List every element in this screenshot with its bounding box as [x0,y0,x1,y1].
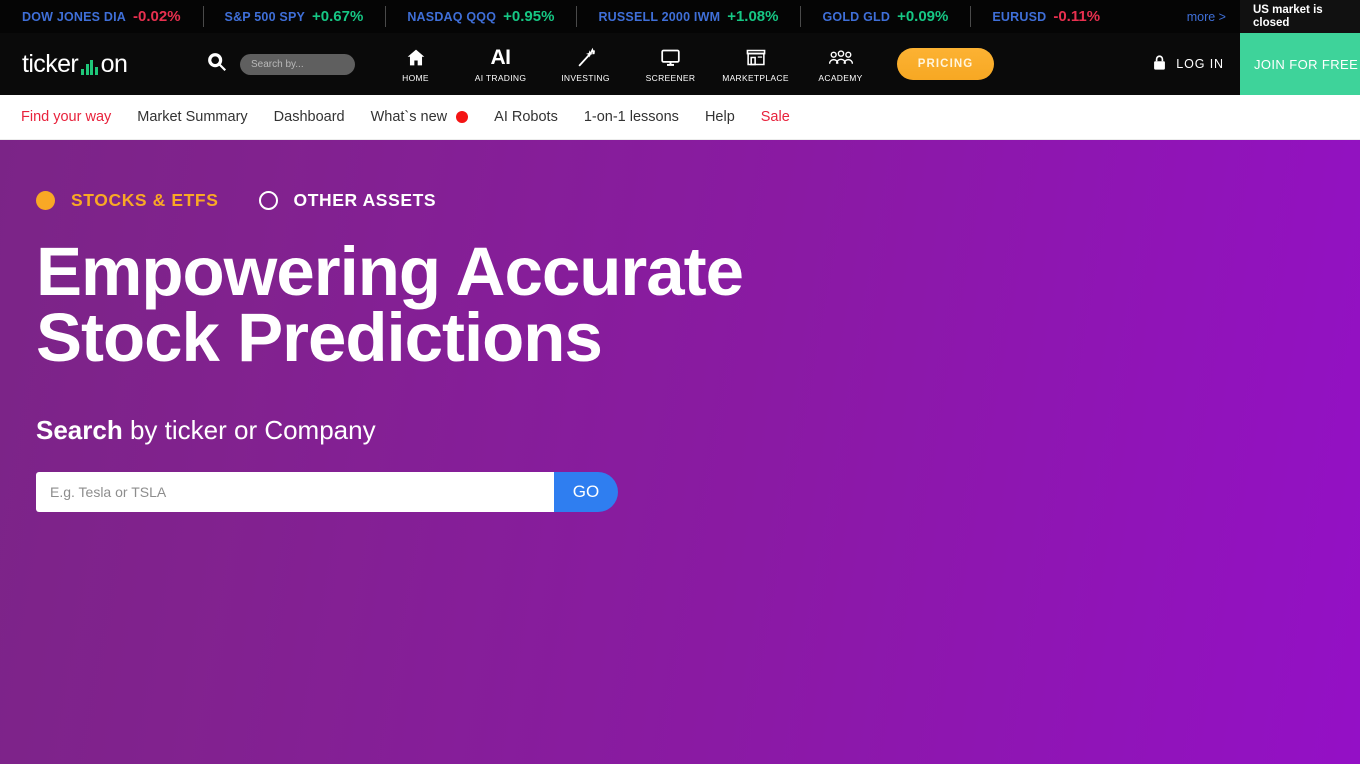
subnav-item[interactable]: Sale [761,109,790,125]
ticker-item[interactable]: S&P 500 SPY +0.67% [202,0,386,33]
ticker-item[interactable]: RUSSELL 2000 IWM +1.08% [576,0,800,33]
ticker-item-value: -0.11% [1053,8,1101,25]
subnav-item-label: Sale [760,109,790,125]
market-status-badge: US market is closed [1240,0,1360,33]
nav-label-marketplace: MARKETPLACE [722,72,789,83]
radio-selected-icon [36,191,55,210]
ticker-items: DOW JONES DIA -0.02% S&P 500 SPY +0.67% NASD… [0,0,1177,33]
nav-label-home: HOME [402,72,429,83]
ticker-search-input[interactable] [36,472,554,512]
hero-section: STOCKS & ETFS OTHER ASSETS Empowering Ac… [0,140,1360,764]
ticker-item-value: +0.67% [312,8,364,25]
nav-label-investing: INVESTING [561,72,610,83]
join-for-free-button[interactable]: JOIN FOR FREE [1240,33,1360,95]
ticker-search-row: GO [36,472,1360,512]
login-label: LOG IN [1176,57,1224,71]
subnav-item[interactable]: AI Robots [494,109,558,125]
asset-option-stocks-label: STOCKS & ETFS [71,190,219,210]
hero-subhead: Search by ticker or Company [36,415,1360,446]
ticker-item-name: NASDAQ QQQ [407,9,497,24]
ticker-item[interactable]: GOLD GLD +0.09% [800,0,970,33]
nav-item-academy[interactable]: ACADEMY [798,33,883,95]
hero-headline: Empowering Accurate Stock Predictions [36,233,744,376]
subnav-item-label: AI Robots [494,109,558,125]
subnav-item-label: Find your way [21,109,112,125]
market-status-line1: US market is [1253,3,1323,16]
nav-label-screener: SCREENER [645,72,696,83]
logo-text-on: on [100,49,128,78]
ticker-item-name: S&P 500 SPY [224,9,306,24]
hero-subhead-rest: by ticker or Company [122,415,376,445]
pricing-button[interactable]: PRICING [897,48,994,80]
ticker-item-name: RUSSELL 2000 IWM [598,9,721,24]
asset-option-other-label: OTHER ASSETS [293,190,437,210]
ai-text-icon: AI [490,46,512,69]
ticker-item-name: DOW JONES DIA [22,9,126,24]
subnav-item[interactable]: Help [705,109,735,125]
asset-option-stocks-etfs[interactable]: STOCKS & ETFS [36,190,219,211]
ticker-item-value: -0.02% [133,8,181,25]
home-icon [405,46,427,70]
hero-subhead-bold: Search [36,415,123,445]
secondary-nav: Find your way Market Summary Dashboard What… [0,95,1360,140]
main-header: ticker on Search by... HOME AI AI TRADIN… [0,33,1360,95]
storefront-icon [745,46,767,70]
ticker-item-name: EURUSD [992,9,1047,24]
nav-item-home[interactable]: HOME [373,33,458,95]
header-search-placeholder: Search by... [251,58,304,70]
subnav-item-label: 1-on-1 lessons [583,109,679,125]
logo-text-ticker: ticker [22,49,79,78]
asset-type-toggle: STOCKS & ETFS OTHER ASSETS [36,190,1360,211]
nav-item-screener[interactable]: SCREENER [628,33,713,95]
nav-label-academy: ACADEMY [818,72,863,83]
subnav-item[interactable]: 1-on-1 lessons [584,109,679,125]
subnav-item-label: Dashboard [273,109,345,125]
asset-option-other-assets[interactable]: OTHER ASSETS [258,190,437,211]
radio-unselected-icon [258,191,278,210]
nav-item-marketplace[interactable]: MARKETPLACE [713,33,798,95]
search-icon[interactable] [206,51,228,78]
market-ticker-bar: DOW JONES DIA -0.02% S&P 500 SPY +0.67% NASD… [0,0,1360,33]
nav-item-investing[interactable]: INVESTING [543,33,628,95]
nav-label-ai-trading: AI TRADING [474,72,527,83]
lock-icon [1152,54,1167,74]
nav-item-ai-trading[interactable]: AI AI TRADING [458,33,543,95]
ticker-item-value: +0.09% [897,8,949,25]
subnav-item[interactable]: Market Summary [137,109,247,125]
subnav-item-label: What`s new [370,109,448,125]
subnav-item-label: Market Summary [137,109,248,125]
ticker-item-value: +1.08% [727,8,779,25]
magic-wand-icon [575,46,597,70]
new-indicator-dot-icon [456,111,469,123]
primary-nav: HOME AI AI TRADING INVESTING SCREENER MA… [373,33,883,95]
header-search-input[interactable]: Search by... [240,53,355,75]
ticker-item[interactable]: DOW JONES DIA -0.02% [0,0,203,33]
header-search[interactable]: Search by... [206,51,355,78]
go-button[interactable]: GO [554,472,618,512]
ticker-item[interactable]: EURUSD -0.11% [970,0,1122,33]
subnav-item[interactable]: Dashboard [274,109,345,125]
people-group-icon [828,46,854,70]
market-status-line2: closed [1253,16,1290,29]
subnav-item-label: Help [704,109,735,125]
logo-bars-icon [81,59,98,75]
login-button[interactable]: LOG IN [1152,54,1224,74]
ticker-more-link[interactable]: more > [1177,10,1240,24]
ticker-item-name: GOLD GLD [822,9,891,24]
monitor-icon [659,46,682,70]
ticker-item[interactable]: NASDAQ QQQ +0.95% [385,0,576,33]
subnav-item[interactable]: Find your way [21,109,111,125]
site-logo[interactable]: ticker on [0,50,206,79]
ticker-item-value: +0.95% [503,8,555,25]
subnav-item[interactable]: What`s new [371,109,469,125]
